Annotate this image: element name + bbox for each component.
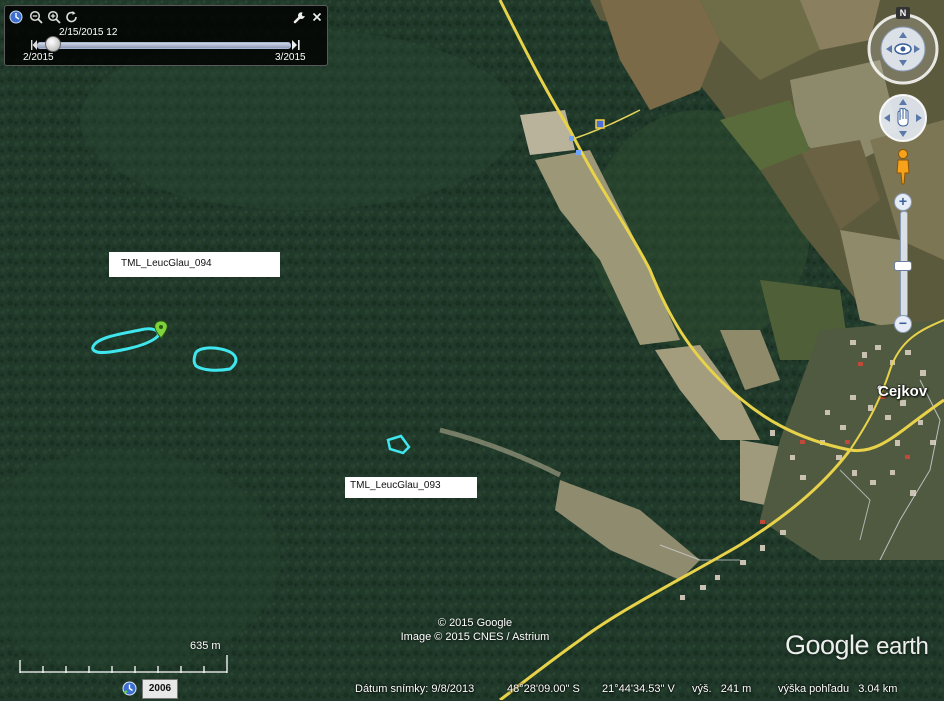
- logo-sub: earth: [876, 633, 929, 660]
- road-marker: [569, 136, 574, 141]
- time-slider-thumb[interactable]: [45, 36, 62, 52]
- time-slider-track[interactable]: [37, 42, 291, 49]
- historical-imagery-clock-icon[interactable]: [122, 681, 137, 696]
- clock-icon[interactable]: [9, 10, 23, 24]
- historical-year-badge[interactable]: 2006: [142, 679, 178, 699]
- refresh-icon[interactable]: [65, 10, 79, 24]
- time-current-label: 2/15/2015 12: [59, 27, 118, 38]
- zoom-slider[interactable]: + −: [894, 193, 912, 333]
- compass-north-label[interactable]: N: [896, 7, 910, 19]
- copyright-imagery: Image © 2015 CNES / Astrium: [400, 631, 550, 643]
- road-marker: [576, 150, 581, 155]
- zoom-in-button[interactable]: +: [894, 193, 912, 211]
- satellite-map[interactable]: [0, 0, 944, 700]
- close-icon[interactable]: [310, 10, 324, 24]
- street-view-pegman-icon[interactable]: [892, 148, 914, 186]
- scale-label: 635 m: [190, 640, 221, 652]
- imagery-date: Dátum snímky: 9/8/2013: [355, 683, 475, 695]
- logo-main: Google: [785, 630, 870, 660]
- time-start-label: 2/2015: [23, 52, 54, 63]
- zoom-out-icon[interactable]: [29, 10, 43, 24]
- step-forward-icon[interactable]: [292, 38, 300, 50]
- copyright-google: © 2015 Google: [437, 617, 513, 629]
- placemark-label[interactable]: TML_LeucGlau_093: [345, 477, 477, 498]
- town-label: Cejkov: [878, 383, 928, 400]
- wrench-icon[interactable]: [293, 10, 307, 24]
- zoom-out-button[interactable]: −: [894, 315, 912, 333]
- time-end-label: 3/2015: [275, 52, 306, 63]
- longitude: 21°44'34.53" V: [602, 683, 675, 695]
- time-slider-panel: 2/15/2015 12 2/2015 3/2015: [4, 5, 328, 66]
- placemark-label[interactable]: TML_LeucGlau_094: [109, 252, 280, 277]
- elevation: výš. 241 m: [692, 683, 752, 695]
- move-control[interactable]: [878, 93, 928, 143]
- zoom-in-icon[interactable]: [47, 10, 61, 24]
- google-earth-logo: Google earth: [785, 630, 929, 661]
- eye-altitude: výška pohľadu 3.04 km: [778, 683, 898, 695]
- latitude: 48°28'09.00" S: [507, 683, 580, 695]
- look-control[interactable]: [866, 8, 940, 86]
- zoom-thumb[interactable]: [894, 261, 912, 272]
- road-marker: [595, 119, 605, 129]
